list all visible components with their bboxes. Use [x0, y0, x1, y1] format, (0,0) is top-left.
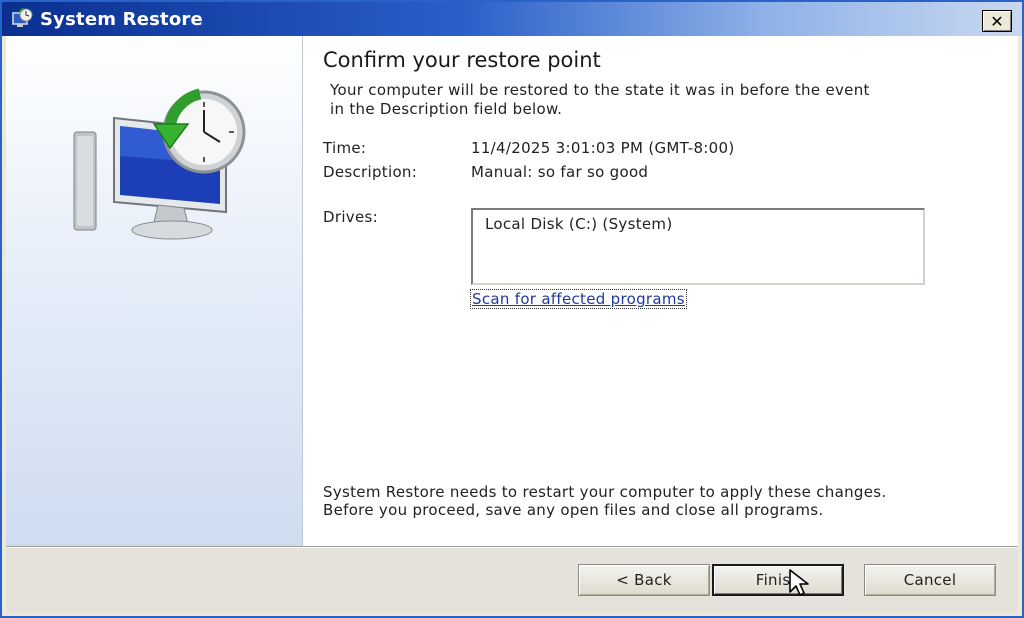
finish-button[interactable]: Finish — [712, 564, 844, 596]
scan-affected-programs-link[interactable]: Scan for affected programs — [470, 289, 687, 309]
restart-notice-line-1: System Restore needs to restart your com… — [323, 483, 887, 501]
monitor-clock-restore-icon — [73, 88, 246, 240]
intro-line-2: in the Description field below. — [330, 100, 563, 118]
window-title: System Restore — [40, 8, 203, 30]
list-item[interactable]: Local Disk (C:) (System) — [485, 215, 672, 233]
title-bar[interactable]: System Restore ✕ — [2, 2, 1022, 36]
close-button[interactable]: ✕ — [982, 10, 1012, 32]
description-label: Description: — [323, 163, 418, 181]
back-button[interactable]: < Back — [578, 564, 710, 596]
cancel-button[interactable]: Cancel — [864, 564, 996, 596]
restart-notice-line-2: Before you proceed, save any open files … — [323, 501, 824, 519]
time-label: Time: — [323, 139, 367, 157]
mouse-pointer-icon — [789, 569, 809, 596]
page-title: Confirm your restore point — [323, 48, 601, 72]
description-value: Manual: so far so good — [471, 163, 649, 181]
drives-label: Drives: — [323, 208, 378, 226]
restart-notice: System Restore needs to restart your com… — [323, 483, 1003, 519]
left-art-pane — [6, 36, 302, 546]
content-pane: Confirm your restore point Your computer… — [302, 36, 1018, 546]
intro-text: Your computer will be restored to the st… — [330, 81, 970, 119]
time-value: 11/4/2025 3:01:03 PM (GMT-8:00) — [471, 139, 735, 157]
drives-list[interactable]: Local Disk (C:) (System) — [471, 208, 925, 285]
system-restore-window: System Restore ✕ Confirm your restore po… — [0, 0, 1024, 618]
intro-line-1: Your computer will be restored to the st… — [330, 81, 870, 99]
system-restore-icon — [10, 7, 34, 31]
